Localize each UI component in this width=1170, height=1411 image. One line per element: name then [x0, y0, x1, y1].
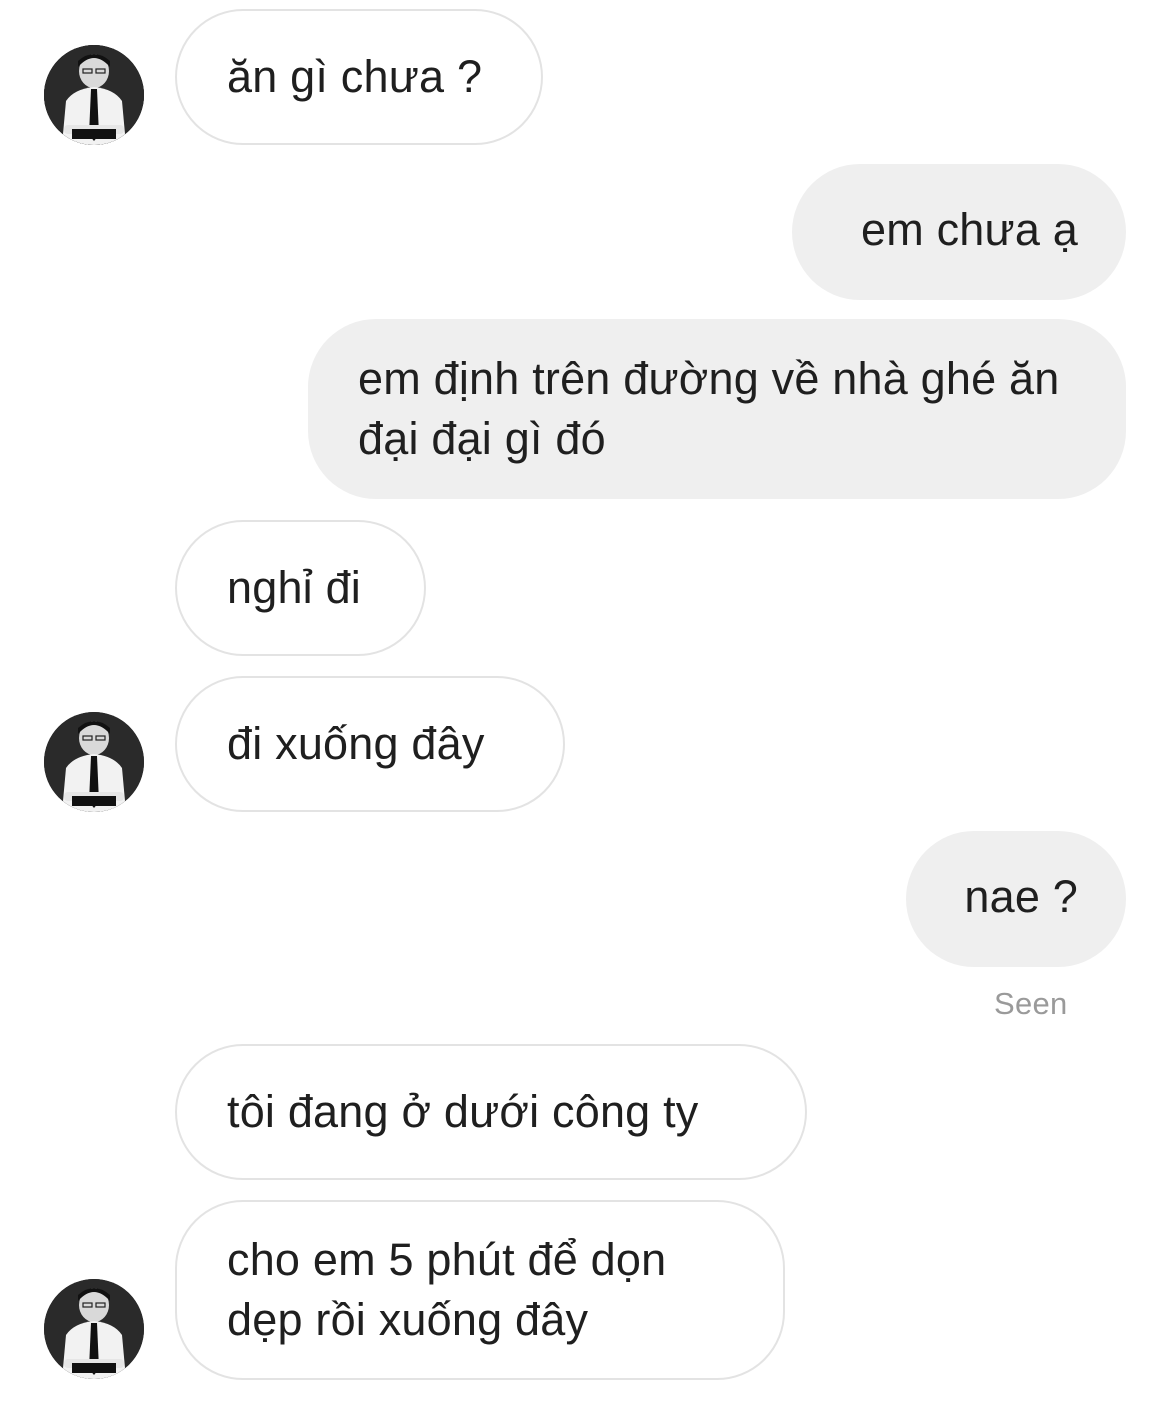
message-text: em định trên đường về nhà ghé ăn đại đại…	[358, 353, 1060, 464]
contact-avatar-icon[interactable]	[44, 45, 144, 145]
message-thread: ăn gì chưa ? em chưa ạ em định trên đườn…	[0, 0, 1170, 1411]
message-text: nghỉ đi	[227, 562, 362, 613]
contact-avatar-icon[interactable]	[44, 1279, 144, 1379]
message-text: nae ?	[964, 871, 1078, 922]
contact-avatar-icon[interactable]	[44, 712, 144, 812]
message-bubble-incoming[interactable]: ăn gì chưa ?	[175, 9, 543, 145]
message-text: tôi đang ở dưới công ty	[227, 1086, 699, 1137]
message-bubble-incoming[interactable]: cho em 5 phút để dọn dẹp rồi xuống đây	[175, 1200, 785, 1380]
message-bubble-incoming[interactable]: tôi đang ở dưới công ty	[175, 1044, 807, 1180]
message-bubble-outgoing[interactable]: em định trên đường về nhà ghé ăn đại đại…	[308, 319, 1126, 499]
message-bubble-outgoing[interactable]: nae ?	[906, 831, 1126, 967]
message-text: ăn gì chưa ?	[227, 51, 483, 102]
message-bubble-incoming[interactable]: nghỉ đi	[175, 520, 426, 656]
message-text: đi xuống đây	[227, 718, 485, 769]
seen-label: Seen	[994, 986, 1068, 1021]
message-text: cho em 5 phút để dọn dẹp rồi xuống đây	[227, 1234, 667, 1345]
seen-status: Seen	[994, 986, 1068, 1022]
message-text: em chưa ạ	[860, 204, 1078, 255]
message-bubble-incoming[interactable]: đi xuống đây	[175, 676, 565, 812]
message-bubble-outgoing[interactable]: em chưa ạ	[792, 164, 1126, 300]
